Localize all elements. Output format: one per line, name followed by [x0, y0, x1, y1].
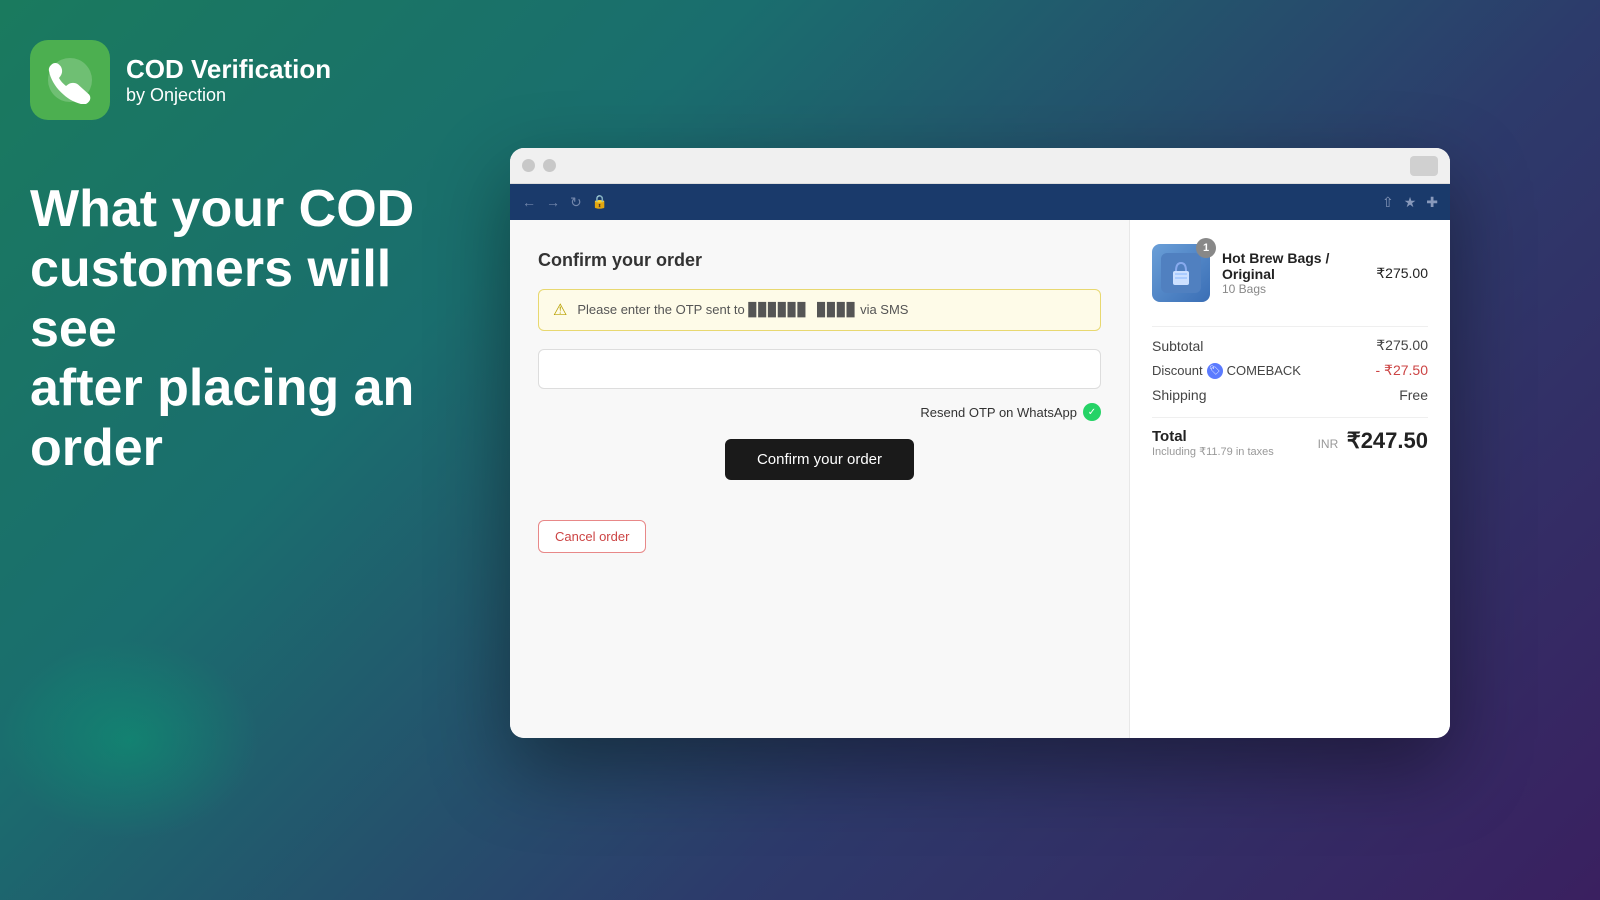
browser-toolbar: ← → ↻ 🔒 ⇧ ★ ✚	[510, 184, 1450, 220]
discount-tag-icon: 🏷	[1207, 363, 1223, 379]
item-image-wrapper: 1	[1152, 244, 1210, 302]
browser-content: Confirm your order ⚠ Please enter the OT…	[510, 220, 1450, 738]
order-item: 1 Hot Brew Bags / Original	[1152, 244, 1428, 302]
otp-alert-text: Please enter the OTP sent to ██████ ████…	[577, 302, 908, 318]
total-tax: Including ₹11.79 in taxes	[1152, 445, 1274, 458]
subtotal-label: Subtotal	[1152, 338, 1203, 354]
window-maximize-dot[interactable]	[1410, 156, 1438, 176]
total-currency: INR	[1318, 437, 1339, 451]
discount-row: Discount 🏷 COMEBACK - ₹27.50	[1152, 362, 1428, 379]
window-minimize-dot[interactable]	[543, 159, 556, 172]
toolbar-right: ⇧ ★ ✚	[1382, 194, 1438, 211]
logo-text: COD Verification by Onjection	[126, 54, 331, 106]
checkout-panel: Confirm your order ⚠ Please enter the OT…	[510, 220, 1130, 738]
window-close-dot[interactable]	[522, 159, 535, 172]
left-panel: COD Verification by Onjection What your …	[0, 0, 510, 900]
refresh-icon[interactable]: ↻	[570, 194, 582, 211]
back-icon[interactable]: ←	[522, 194, 536, 210]
lock-icon: 🔒	[592, 194, 608, 210]
app-subtitle: by Onjection	[126, 85, 331, 106]
item-name: Hot Brew Bags / Original	[1222, 250, 1364, 282]
share-icon[interactable]: ⇧	[1382, 194, 1394, 211]
logo-icon	[30, 40, 110, 120]
shipping-label: Shipping	[1152, 387, 1207, 403]
forward-icon[interactable]: →	[546, 194, 560, 210]
divider-1	[1152, 326, 1428, 327]
warning-icon: ⚠	[553, 300, 567, 320]
checkout-title: Confirm your order	[538, 250, 1101, 271]
confirm-order-button[interactable]: Confirm your order	[725, 439, 914, 480]
item-price: ₹275.00	[1376, 265, 1428, 282]
app-name: COD Verification	[126, 54, 331, 85]
total-value: ₹247.50	[1347, 428, 1428, 453]
cancel-order-button[interactable]: Cancel order	[538, 520, 646, 553]
subtotal-value: ₹275.00	[1376, 337, 1428, 354]
whatsapp-icon: ✓	[1083, 403, 1101, 421]
resend-row: Resend OTP on WhatsApp ✓	[538, 403, 1101, 421]
browser-window: ← → ↻ 🔒 ⇧ ★ ✚ Confirm your order ⚠ Pleas…	[510, 148, 1450, 738]
total-amount: INR ₹247.50	[1318, 428, 1428, 454]
item-variant: 10 Bags	[1222, 282, 1364, 296]
shipping-value: Free	[1399, 387, 1428, 403]
masked-phone: ██████ ████	[748, 303, 856, 318]
otp-input[interactable]	[538, 349, 1101, 389]
total-left: Total Including ₹11.79 in taxes	[1152, 428, 1274, 458]
discount-value: - ₹27.50	[1376, 362, 1429, 379]
order-summary-panel: 1 Hot Brew Bags / Original	[1130, 220, 1450, 738]
browser-chrome-bar	[510, 148, 1450, 184]
shipping-row: Shipping Free	[1152, 387, 1428, 403]
resend-otp-link[interactable]: Resend OTP on WhatsApp	[920, 405, 1077, 420]
total-row: Total Including ₹11.79 in taxes INR ₹247…	[1152, 417, 1428, 458]
subtotal-row: Subtotal ₹275.00	[1152, 337, 1428, 354]
item-quantity-badge: 1	[1196, 238, 1216, 258]
discount-label: Discount 🏷 COMEBACK	[1152, 363, 1301, 379]
otp-alert-box: ⚠ Please enter the OTP sent to ██████ ██…	[538, 289, 1101, 331]
hero-text: What your COD customers will see after p…	[30, 180, 470, 479]
star-icon[interactable]: ★	[1404, 194, 1417, 211]
total-label: Total	[1152, 428, 1274, 445]
puzzle-icon[interactable]: ✚	[1426, 194, 1438, 211]
item-details: Hot Brew Bags / Original 10 Bags	[1222, 250, 1364, 296]
logo-area: COD Verification by Onjection	[30, 40, 470, 120]
